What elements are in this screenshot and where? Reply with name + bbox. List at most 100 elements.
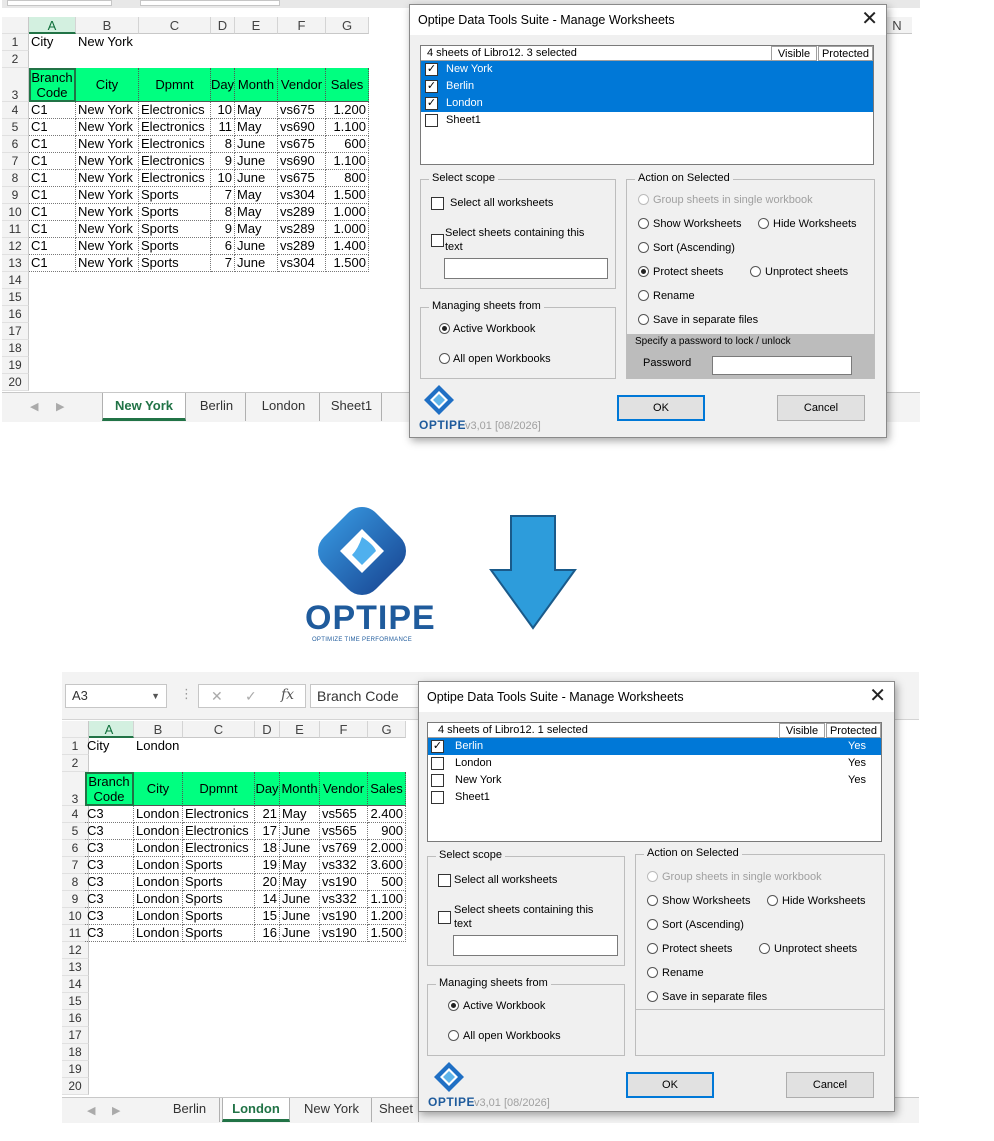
column-header-G[interactable]: G [326,17,369,34]
column-header-D[interactable]: D [255,721,280,738]
data-cell[interactable]: 19 [255,857,280,874]
row-header-6[interactable]: 6 [2,136,29,153]
name-box[interactable]: A3 ▼ [65,684,167,708]
column-header-E[interactable]: E [235,17,278,34]
row-header-14[interactable]: 14 [62,976,89,993]
data-cell[interactable]: C3 [85,908,134,925]
data-cell[interactable]: C3 [85,823,134,840]
data-cell[interactable]: London [134,806,183,823]
data-cell[interactable]: New York [76,170,139,187]
row-header-2[interactable]: 2 [2,51,29,68]
sheet-tab-sheet1[interactable]: Sheet1 [322,393,382,421]
row-header-18[interactable]: 18 [2,340,29,357]
rename-radio[interactable] [638,290,649,301]
password-input[interactable] [712,356,852,375]
data-cell[interactable]: June [280,840,320,857]
data-cell[interactable]: C1 [29,187,76,204]
data-cell[interactable]: New York [76,204,139,221]
select-all-checkbox[interactable] [431,197,444,210]
checkbox[interactable]: ✓ [425,97,438,110]
data-cell[interactable]: June [235,238,278,255]
cell-B1[interactable]: New York [76,34,179,51]
column-header-C[interactable]: C [183,721,255,738]
data-cell[interactable]: vs289 [278,221,326,238]
row-header-8[interactable]: 8 [2,170,29,187]
row-header-12[interactable]: 12 [62,942,89,959]
scroll-right-icon[interactable]: ▶ [112,1104,120,1117]
data-cell[interactable]: vs332 [320,891,368,908]
data-cell[interactable]: 18 [255,840,280,857]
col-protected[interactable]: Protected [826,723,881,738]
column-header-F[interactable]: F [320,721,368,738]
data-cell[interactable]: C3 [85,925,134,942]
cell-A1[interactable]: City [29,34,76,51]
data-cell[interactable]: 10 [211,102,235,119]
data-cell[interactable]: New York [76,238,139,255]
protect-radio[interactable] [647,943,658,954]
enter-formula-icon[interactable]: ✓ [245,688,257,705]
row-header-19[interactable]: 19 [62,1061,89,1078]
table-header-4[interactable]: Month [280,772,320,806]
column-header-A[interactable]: A [85,721,134,738]
row-header-9[interactable]: 9 [2,187,29,204]
data-cell[interactable]: vs690 [278,119,326,136]
sheet-tab-sheet[interactable]: Sheet [374,1098,419,1122]
list-item[interactable]: Sheet1 [421,112,873,129]
data-cell[interactable]: June [235,136,278,153]
data-cell[interactable]: May [280,857,320,874]
sheet-tab-london[interactable]: London [248,393,320,421]
sheet-tab-new-york[interactable]: New York [102,393,186,421]
data-cell[interactable]: London [134,874,183,891]
table-header-0[interactable]: Branch Code [29,68,76,102]
data-cell[interactable]: 1.100 [368,891,406,908]
data-cell[interactable]: 1.200 [368,908,406,925]
checkbox[interactable] [431,757,444,770]
data-cell[interactable]: May [235,102,278,119]
all-open-radio[interactable] [439,353,450,364]
formula-bar[interactable]: Branch Code [310,684,420,708]
table-header-4[interactable]: Month [235,68,278,102]
table-header-2[interactable]: Dpmnt [139,68,211,102]
data-cell[interactable]: 10 [211,170,235,187]
protect-radio[interactable] [638,266,649,277]
sheet-tab-berlin[interactable]: Berlin [188,393,246,421]
data-cell[interactable]: New York [76,119,139,136]
sheet-tab-new-york[interactable]: New York [292,1098,372,1122]
list-item[interactable]: ✓ London [421,95,873,112]
data-cell[interactable]: 17 [255,823,280,840]
data-cell[interactable]: 3.600 [368,857,406,874]
table-header-5[interactable]: Vendor [320,772,368,806]
table-header-1[interactable]: City [76,68,139,102]
data-cell[interactable]: vs675 [278,170,326,187]
data-cell[interactable]: 6 [211,238,235,255]
col-visible[interactable]: Visible [771,46,817,61]
data-cell[interactable]: C1 [29,238,76,255]
row-header-5[interactable]: 5 [2,119,29,136]
data-cell[interactable]: C1 [29,102,76,119]
row-header-20[interactable]: 20 [62,1078,89,1095]
row-header-18[interactable]: 18 [62,1044,89,1061]
data-cell[interactable]: June [280,908,320,925]
list-item[interactable]: Sheet1 [428,789,881,806]
data-cell[interactable]: C1 [29,153,76,170]
data-cell[interactable]: 9 [211,221,235,238]
all-open-radio[interactable] [448,1030,459,1041]
select-all-checkbox[interactable] [438,874,451,887]
row-header-17[interactable]: 17 [62,1027,89,1044]
table-header-5[interactable]: Vendor [278,68,326,102]
data-cell[interactable]: 15 [255,908,280,925]
data-cell[interactable]: May [235,204,278,221]
data-cell[interactable]: Sports [183,857,255,874]
sort-radio[interactable] [638,242,649,253]
column-header-C[interactable]: C [139,17,211,34]
group-sheets-radio[interactable] [647,871,658,882]
column-header-A[interactable]: A [29,17,76,34]
data-cell[interactable]: Sports [139,204,211,221]
row-header-11[interactable]: 11 [2,221,29,238]
sort-radio[interactable] [647,919,658,930]
ok-button[interactable]: OK [617,395,705,421]
data-cell[interactable]: Electronics [183,806,255,823]
table-header-6[interactable]: Sales [368,772,406,806]
show-ws-radio[interactable] [638,218,649,229]
data-cell[interactable]: 1.100 [326,153,369,170]
